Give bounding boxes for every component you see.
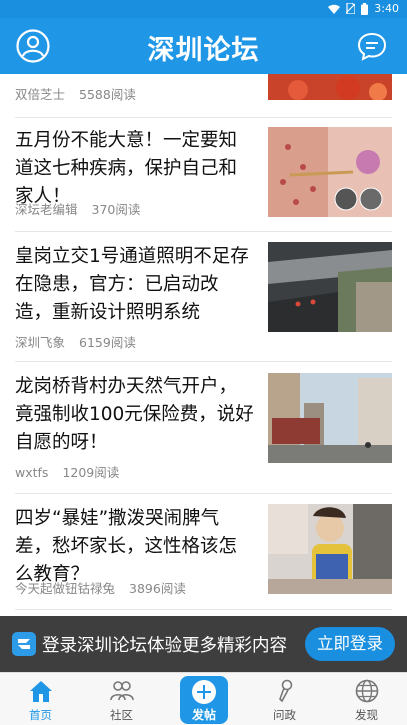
post-reads: 3896阅读	[129, 581, 186, 596]
post-author: 深圳飞象	[15, 335, 66, 350]
post-item[interactable]: 四岁“暴娃”撒泼哭闹脾气差，愁坏家长，这性格该怎么教育？ 今天起做钮钴禄兔 389…	[0, 494, 407, 610]
post-author: 深坛老编辑	[15, 202, 78, 217]
globe-icon	[355, 679, 379, 703]
post-title: 龙岗桥背村办天然气开户，竟强制收100元保险费，说好自愿的呀！	[15, 376, 254, 453]
app-logo-icon	[12, 632, 36, 656]
post-item[interactable]: 五月份不能大意！一定要知道这七种疾病，保护自己和家人！ 深坛老编辑 370阅读	[0, 118, 407, 232]
microphone-icon	[279, 679, 293, 703]
post-meta: 今天起做钮钴禄兔 3896阅读	[15, 578, 186, 597]
post-thumbnail	[268, 127, 392, 217]
status-indicators: 3:40	[328, 2, 399, 15]
battery-icon	[361, 2, 369, 15]
message-icon[interactable]	[357, 31, 387, 61]
post-author: 今天起做钮钴禄兔	[15, 581, 116, 596]
post-title: 皇岗立交1号通道照明不足存在隐患，官方：已启动改造，重新设计照明系统	[15, 246, 249, 323]
post-meta: 深圳飞象 6159阅读	[15, 332, 136, 351]
post-item[interactable]: 皇岗立交1号通道照明不足存在隐患，官方：已启动改造，重新设计照明系统 深圳飞象 6…	[0, 232, 407, 362]
tab-discover[interactable]: 发现	[326, 673, 407, 725]
new-post-label: 发帖	[191, 708, 216, 722]
tab-home-label: 首页	[29, 708, 52, 722]
post-reads: 370阅读	[91, 202, 141, 217]
post-title: 四岁“暴娃”撒泼哭闹脾气差，愁坏家长，这性格该怎么教育？	[15, 508, 238, 585]
login-prompt-text: 登录深圳论坛体验更多精彩内容	[42, 636, 287, 656]
status-bar: 3:40	[0, 0, 407, 18]
tab-politics[interactable]: 问政	[244, 673, 325, 725]
post-item[interactable]: 龙岗桥背村办天然气开户，竟强制收100元保险费，说好自愿的呀！ wxtfs 120…	[0, 362, 407, 494]
post-thumbnail	[268, 242, 392, 332]
post-author: wxtfs	[15, 465, 49, 480]
post-author: 双倍芝士	[15, 87, 66, 102]
post-item[interactable]: 双倍芝士 5588阅读	[0, 74, 407, 118]
post-meta: wxtfs 1209阅读	[15, 462, 119, 481]
plus-icon	[192, 680, 216, 704]
tab-home[interactable]: 首页	[0, 673, 81, 725]
post-thumbnail	[268, 504, 392, 594]
post-reads: 6159阅读	[79, 335, 136, 350]
tab-community-label: 社区	[110, 708, 133, 722]
clock: 3:40	[374, 2, 399, 15]
post-reads: 1209阅读	[62, 465, 120, 480]
post-reads: 5588阅读	[79, 87, 136, 102]
app-header: 深圳论坛	[0, 18, 407, 74]
tab-politics-label: 问政	[273, 708, 296, 722]
no-sim-icon	[346, 3, 356, 14]
post-meta: 深坛老编辑 370阅读	[15, 199, 140, 218]
tab-community[interactable]: 社区	[81, 673, 162, 725]
post-feed: 双倍芝士 5588阅读 五月份不能大意！一定要知道这七种疾病，保护自己和家人！ 深…	[0, 74, 407, 674]
post-meta: 双倍芝士 5588阅读	[15, 84, 136, 103]
tab-discover-label: 发现	[355, 708, 378, 722]
wifi-icon	[328, 4, 341, 14]
post-thumbnail	[268, 74, 392, 100]
login-banner: 登录深圳论坛体验更多精彩内容 立即登录	[0, 616, 407, 672]
community-icon	[110, 681, 134, 701]
home-icon	[30, 681, 52, 702]
post-thumbnail	[268, 373, 392, 463]
new-post-button[interactable]: 发帖	[180, 676, 228, 724]
login-now-button[interactable]: 立即登录	[305, 627, 395, 661]
page-title: 深圳论坛	[147, 35, 260, 66]
